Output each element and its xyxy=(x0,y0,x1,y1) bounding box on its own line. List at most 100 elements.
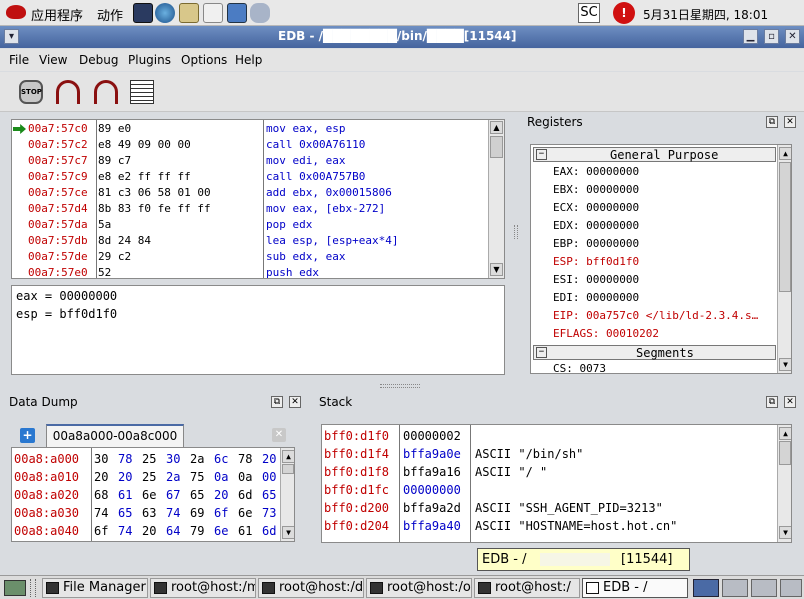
group-header-segments[interactable]: − Segments xyxy=(533,345,776,360)
scroll-down-arrow[interactable]: ▼ xyxy=(779,358,791,371)
dump-row[interactable]: 00a8:a030 74 65 63 74 69 6f 6e 73 xyxy=(12,505,280,521)
menu-view[interactable]: View xyxy=(39,53,67,67)
minimize-button[interactable]: ▁ xyxy=(743,29,758,44)
collapse-icon[interactable]: − xyxy=(536,347,547,358)
scroll-down-arrow[interactable]: ▼ xyxy=(779,526,791,539)
scroll-thumb[interactable] xyxy=(282,464,294,474)
taskbar-item[interactable]: root@host:/m xyxy=(150,578,256,598)
register-row[interactable]: ESP: bff0d1f0 xyxy=(553,254,639,270)
workspace-switcher-active[interactable] xyxy=(693,579,719,597)
scroll-down-arrow[interactable]: ▼ xyxy=(282,526,294,539)
editor-icon[interactable] xyxy=(203,3,223,23)
disasm-row[interactable]: 00a7:57e0 52 push edx xyxy=(12,265,490,278)
taskbar-handle[interactable] xyxy=(30,579,36,597)
mail-icon[interactable] xyxy=(179,3,199,23)
group-header-general[interactable]: − General Purpose xyxy=(533,147,776,162)
register-row[interactable]: CS: 0073 xyxy=(553,362,606,373)
disasm-row[interactable]: 00a7:57da 5a pop edx xyxy=(12,217,490,233)
stack-row[interactable]: bff0:d1f0 00000002 xyxy=(322,428,777,444)
register-row[interactable]: EIP: 00a757c0 </lib/ld-2.3.4.s… xyxy=(553,308,758,324)
browser-icon[interactable] xyxy=(155,3,175,23)
taskbar-item[interactable]: root@host:/de xyxy=(258,578,364,598)
stack-row[interactable]: bff0:d1f4 bffa9a0e ASCII "/bin/sh" xyxy=(322,446,777,462)
collapse-icon[interactable]: − xyxy=(536,149,547,160)
scroll-thumb[interactable] xyxy=(490,136,503,158)
undock-icon[interactable]: ⧉ xyxy=(766,116,778,128)
step-into-icon[interactable] xyxy=(56,80,80,104)
close-tab-icon[interactable]: ✕ xyxy=(272,428,286,442)
stack-scrollbar[interactable]: ▲ ▼ xyxy=(777,425,791,542)
scroll-up-arrow[interactable]: ▲ xyxy=(779,147,791,160)
taskbar-item[interactable]: root@host:/ xyxy=(474,578,580,598)
taskbar-item[interactable]: EDB - / xyxy=(582,578,688,598)
scroll-up-arrow[interactable]: ▲ xyxy=(490,121,503,134)
alert-icon[interactable]: ! xyxy=(613,2,635,24)
maximize-button[interactable]: ▫ xyxy=(764,29,779,44)
registers-view[interactable]: − General Purpose EAX: 00000000 EBX: 0000… xyxy=(530,144,792,374)
dump-scrollbar[interactable]: ▲ ▼ xyxy=(280,448,294,541)
actions-menu[interactable]: 动作 xyxy=(97,5,123,24)
stop-icon[interactable]: STOP xyxy=(19,80,43,104)
stack-row[interactable]: bff0:d1f8 bffa9a16 ASCII "/ " xyxy=(322,464,777,480)
disassembly-view[interactable]: 00a7:57c0 89 e0 mov eax, esp 00a7:57c2 e8 49… xyxy=(11,119,505,279)
step-over-icon[interactable] xyxy=(94,80,118,104)
scroll-thumb[interactable] xyxy=(779,441,791,465)
scroll-up-arrow[interactable]: ▲ xyxy=(779,427,791,440)
disasm-row[interactable]: 00a7:57d4 8b 83 f0 fe ff ff mov eax, [ebx-… xyxy=(12,201,490,217)
redhat-icon[interactable] xyxy=(6,5,26,19)
disasm-row[interactable]: 00a7:57c9 e8 e2 ff ff ff call 0x00A757B0 xyxy=(12,169,490,185)
disasm-row[interactable]: 00a7:57c0 89 e0 mov eax, esp xyxy=(12,121,490,137)
menu-file[interactable]: File xyxy=(9,53,29,67)
disasm-row[interactable]: 00a7:57db 8d 24 84 lea esp, [esp+eax*4] xyxy=(12,233,490,249)
register-row[interactable]: EFLAGS: 00010202 xyxy=(553,326,659,342)
presentation-icon[interactable] xyxy=(227,3,247,23)
workspace-switcher[interactable] xyxy=(751,579,777,597)
scroll-down-arrow[interactable]: ▼ xyxy=(490,263,503,276)
register-row[interactable]: ESI: 00000000 xyxy=(553,272,639,288)
undock-icon[interactable]: ⧉ xyxy=(271,396,283,408)
menu-help[interactable]: Help xyxy=(235,53,262,67)
register-row[interactable]: EAX: 00000000 xyxy=(553,164,639,180)
scroll-up-arrow[interactable]: ▲ xyxy=(282,450,294,463)
window-menu-icon[interactable]: ▾ xyxy=(4,29,19,44)
data-dump-view[interactable]: 00a8:a000 30 78 25 30 2a 6c 78 20 00a8:a010 20 20 25… xyxy=(11,447,295,542)
disasm-row[interactable]: 00a7:57ce 81 c3 06 58 01 00 add ebx, 0x000… xyxy=(12,185,490,201)
workspace-switcher[interactable] xyxy=(780,579,802,597)
window-titlebar[interactable]: ▾ EDB - /████████/bin/████[11544] ▁ ▫ ✕ xyxy=(0,26,804,48)
dump-row[interactable]: 00a8:a010 20 20 25 2a 75 0a 0a 00 xyxy=(12,469,280,485)
dump-row[interactable]: 00a8:a040 6f 74 20 64 79 6e 61 6d xyxy=(12,523,280,539)
splitter-handle[interactable] xyxy=(380,384,420,388)
register-row[interactable]: EBP: 00000000 xyxy=(553,236,639,252)
disasm-row[interactable]: 00a7:57de 29 c2 sub edx, eax xyxy=(12,249,490,265)
close-icon[interactable]: ✕ xyxy=(289,396,301,408)
clock[interactable]: 5月31日星期四, 18:01 xyxy=(643,6,768,23)
dump-tab[interactable]: 00a8a000-00a8c000 xyxy=(46,424,184,447)
register-row[interactable]: ECX: 00000000 xyxy=(553,200,639,216)
splitter-handle[interactable] xyxy=(514,225,518,239)
disasm-scrollbar[interactable]: ▲ ▼ xyxy=(488,120,504,278)
register-row[interactable]: EDX: 00000000 xyxy=(553,218,639,234)
close-icon[interactable]: ✕ xyxy=(784,116,796,128)
show-desktop-icon[interactable] xyxy=(4,580,26,596)
close-button[interactable]: ✕ xyxy=(785,29,800,44)
menu-options[interactable]: Options xyxy=(181,53,227,67)
terminal-icon[interactable] xyxy=(133,3,153,23)
close-icon[interactable]: ✕ xyxy=(784,396,796,408)
taskbar-item[interactable]: File Manager ( xyxy=(42,578,148,598)
registers-scrollbar[interactable]: ▲ ▼ xyxy=(777,145,791,373)
run-icon[interactable] xyxy=(130,80,154,104)
register-row[interactable]: EDI: 00000000 xyxy=(553,290,639,306)
undock-icon[interactable]: ⧉ xyxy=(766,396,778,408)
stack-view[interactable]: bff0:d1f0 00000002 bff0:d1f4 bffa9a0e ASCII … xyxy=(321,424,792,543)
applications-menu[interactable]: 应用程序 xyxy=(31,5,83,24)
stack-row[interactable]: bff0:d200 bffa9a2d ASCII "SSH_AGENT_PID=32… xyxy=(322,500,777,516)
stack-row[interactable]: bff0:d204 bffa9a40 ASCII "HOSTNAME=host.ho… xyxy=(322,518,777,534)
add-tab-icon[interactable]: + xyxy=(20,428,35,443)
scroll-thumb[interactable] xyxy=(779,162,791,292)
dump-row[interactable]: 00a8:a000 30 78 25 30 2a 6c 78 20 xyxy=(12,451,280,467)
stack-row[interactable]: bff0:d1fc 00000000 xyxy=(322,482,777,498)
printer-icon[interactable] xyxy=(250,3,270,23)
taskbar-item[interactable]: root@host:/ox xyxy=(366,578,472,598)
disasm-row[interactable]: 00a7:57c2 e8 49 09 00 00 call 0x00A76110 xyxy=(12,137,490,153)
disasm-row[interactable]: 00a7:57c7 89 c7 mov edi, eax xyxy=(12,153,490,169)
